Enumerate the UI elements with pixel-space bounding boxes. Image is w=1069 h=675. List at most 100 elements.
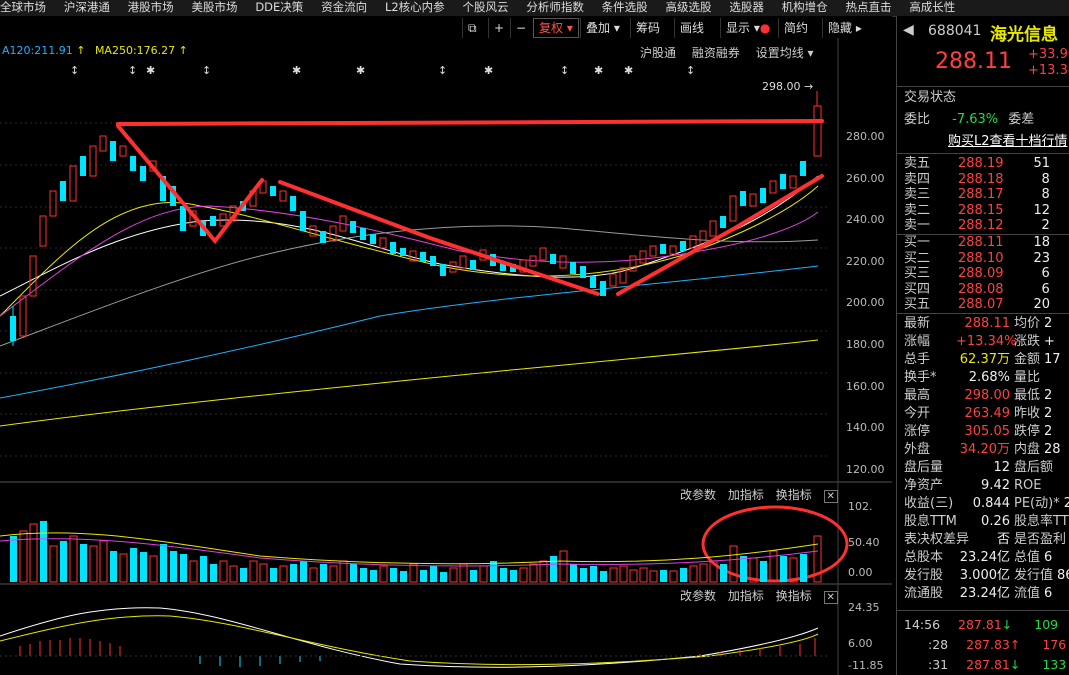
stat-value: 2.68% xyxy=(968,370,1010,385)
overlay-label: 叠加 xyxy=(586,21,611,35)
bid-volume: 18 xyxy=(1033,235,1051,250)
ask-label: 卖五 xyxy=(904,156,931,171)
close-icon[interactable]: ✕ xyxy=(823,591,838,604)
draw-button[interactable]: 画线 xyxy=(674,18,709,38)
kline-chart[interactable]: ↕ ↕ ✱ ↕ ✱ ✱ ↕ ✱ ↕ ✱ ✱ ↕ xyxy=(0,16,892,675)
chips-button[interactable]: 筹码 xyxy=(630,18,665,38)
tick-price: 287.83 xyxy=(966,637,1010,652)
axis-tick: 120.00 xyxy=(846,462,885,476)
nav-item[interactable]: 港股市场 xyxy=(128,0,174,14)
back-arrow-icon[interactable]: ◀ xyxy=(903,22,914,38)
stat-label: 最新 xyxy=(904,316,931,331)
bid-label: 买二 xyxy=(904,250,931,266)
axis-tick: 220.00 xyxy=(846,254,885,268)
nav-item[interactable]: 沪深港通 xyxy=(64,0,110,14)
svg-text:✱: ✱ xyxy=(292,64,301,77)
weibi-label: 委比 xyxy=(904,112,931,127)
stat-label: 流通股 xyxy=(904,586,944,601)
nav-item[interactable]: L2核心内参 xyxy=(385,0,445,14)
nav-item[interactable]: 资金流向 xyxy=(321,0,367,14)
nav-item[interactable]: DDE决策 xyxy=(255,0,303,14)
ask-row: 卖三 288.17 8 xyxy=(904,187,1050,203)
display-button[interactable]: 显示 ▾● xyxy=(720,18,775,38)
stat-label: 最低 xyxy=(1014,388,1041,403)
nav-item[interactable]: 高成长性 xyxy=(909,0,955,14)
nav-item[interactable]: 分析师指数 xyxy=(526,0,584,14)
vol-param-button[interactable]: 改参数 xyxy=(680,488,716,502)
svg-text:↕: ↕ xyxy=(202,64,211,77)
stat-row: 总手 62.37万 金额 17 xyxy=(904,351,1069,369)
zoom-out-icon[interactable]: − xyxy=(510,18,531,38)
ask-volume: 51 xyxy=(1033,156,1051,171)
stat-value: 2 xyxy=(1063,496,1069,511)
stat-value: 62.37万 xyxy=(959,352,1010,367)
axis-tick: 200.00 xyxy=(846,296,885,310)
bid-row: 买三 288.09 6 xyxy=(904,266,1050,282)
close-icon[interactable]: ✕ xyxy=(823,490,838,503)
nav-item[interactable]: 条件选股 xyxy=(602,0,648,14)
vol-add-button[interactable]: 加指标 xyxy=(728,488,764,502)
stat-label: ROE xyxy=(1014,478,1042,493)
stat-label: 盘后额 xyxy=(1014,460,1054,475)
up-arrow-icon: ↑ xyxy=(1009,637,1021,652)
stat-label: 均价 xyxy=(1014,316,1041,331)
stat-value: 12 xyxy=(993,460,1010,475)
macd-axis: 24.35 6.00 -11.85 xyxy=(848,601,883,672)
stat-value: 2 xyxy=(1044,316,1053,331)
svg-text:↕: ↕ xyxy=(128,64,137,77)
buy-l2-link[interactable]: 购买L2查看十档行情 xyxy=(948,133,1068,150)
stats-table: 最新 288.11 均价 2 涨幅 +13.34%涨跌 + 总手 62.37万 金额 17 换手* 2.… xyxy=(904,315,1069,603)
zoom-in-icon[interactable]: + xyxy=(488,18,509,38)
fuquan-button[interactable]: 复权 ▾ xyxy=(533,18,579,38)
tick-row: :28 287.83↑ 176 xyxy=(904,635,1066,655)
set-ma-link[interactable]: 设置均线 xyxy=(756,46,804,60)
stat-value: 否 xyxy=(996,532,1010,547)
nav-item[interactable]: 选股器 xyxy=(729,0,764,14)
stat-value: 263.49 xyxy=(964,406,1011,421)
nav-item[interactable]: 美股市场 xyxy=(191,0,237,14)
up-arrow-icon: ↑ xyxy=(178,44,188,57)
nav-item[interactable]: 热点直击 xyxy=(845,0,891,14)
macd-add-button[interactable]: 加指标 xyxy=(728,589,764,603)
tick-volume: 176 xyxy=(1042,637,1067,652)
stat-row: 收益(三) 0.844 PE(动)* 2 xyxy=(904,495,1069,513)
svg-text:↕: ↕ xyxy=(560,64,569,77)
ask-price: 288.18 xyxy=(958,171,1004,187)
price-axis: 280.00 260.00 240.00 220.00 200.00 180.0… xyxy=(846,116,885,490)
stat-value: 17 xyxy=(1044,352,1061,367)
vol-switch-button[interactable]: 换指标 xyxy=(776,488,812,502)
nav-item[interactable]: 机构增仓 xyxy=(782,0,828,14)
macd-param-button[interactable]: 改参数 xyxy=(680,589,716,603)
nav-item[interactable]: 高级选股 xyxy=(666,0,712,14)
stat-label: 涨跌 xyxy=(1014,334,1041,349)
axis-tick: 0.00 xyxy=(848,566,873,579)
macd-switch-button[interactable]: 换指标 xyxy=(776,589,812,603)
hgt-link[interactable]: 沪股通 xyxy=(640,46,676,60)
peak-price-value: 298.00 xyxy=(762,80,801,93)
ask-volume: 2 xyxy=(1041,218,1050,233)
stock-name: 海光信息 xyxy=(990,25,1058,45)
ask-row: 卖五 288.19 51 xyxy=(904,156,1050,172)
rzrq-link[interactable]: 融资融券 xyxy=(692,46,740,60)
nav-item[interactable]: 全球市场 xyxy=(0,0,46,14)
stat-value: 0.844 xyxy=(972,496,1010,511)
bid-volume: 20 xyxy=(1033,297,1051,312)
tick-volume: 109 xyxy=(1034,617,1059,632)
overlay-button[interactable]: 叠加 ▾ xyxy=(580,18,625,38)
simple-button[interactable]: 简约 xyxy=(778,18,813,38)
stat-value: +13.34% xyxy=(956,334,1017,349)
top-navigation-bar: 全球市场 沪深港通 港股市场 美股市场 DDE决策 资金流向 L2核心内参 个股… xyxy=(0,0,1069,17)
bid-volume: 23 xyxy=(1033,250,1051,266)
bid-label: 买五 xyxy=(904,297,931,312)
nav-item[interactable]: 个股风云 xyxy=(463,0,509,14)
ask-row: 卖一 288.12 2 xyxy=(904,218,1050,234)
hide-button[interactable]: 隐藏 ▸ xyxy=(822,18,867,38)
stat-value: 34.20万 xyxy=(959,442,1010,457)
price-change-pct: +13.34 xyxy=(1028,63,1069,78)
stat-label: 股息TTM xyxy=(904,514,957,529)
volume-axis: 102. 50.40 0.00 xyxy=(848,500,880,579)
svg-text:✱: ✱ xyxy=(594,64,603,77)
stat-value: 2 xyxy=(1044,424,1053,439)
toolbar-icon-a[interactable]: ⧉ xyxy=(462,18,482,38)
bid-price: 288.07 xyxy=(958,297,1004,312)
